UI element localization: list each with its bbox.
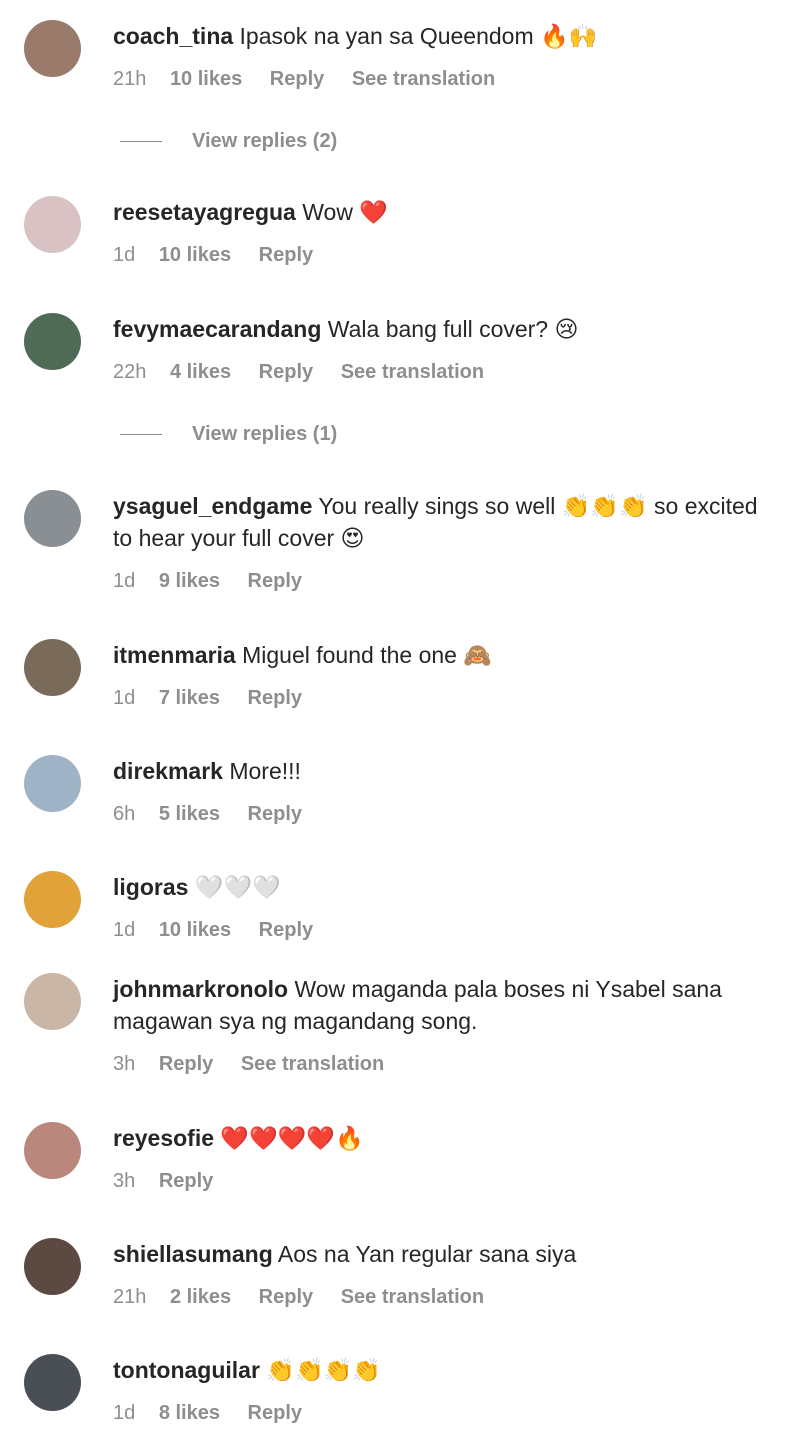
comment-text: Miguel found the one 🙈 [242, 642, 492, 668]
comment-time: 1d [113, 1402, 136, 1424]
username-link[interactable]: reesetayagregua [113, 199, 296, 225]
username-link[interactable]: itmenmaria [113, 642, 236, 668]
reply-button[interactable]: Reply [259, 361, 313, 383]
comment-time: 1d [113, 570, 136, 592]
comment-text: Aos na Yan regular sana siya [277, 1241, 577, 1267]
comment-meta: 21h 10 likes Reply See translation [113, 68, 517, 91]
username-link[interactable]: direkmark [113, 758, 223, 784]
divider-line [120, 141, 162, 143]
likes-count[interactable]: 9 likes [159, 570, 220, 592]
comment-text: Ipasok na yan sa Queendom 🔥🙌 [239, 23, 598, 49]
comment-time: 1d [113, 919, 136, 941]
comment-meta: 1d 8 likes Reply [113, 1402, 324, 1425]
comment-text-block: reesetayagregua Wow ❤️ [113, 196, 783, 228]
username-link[interactable]: coach_tina [113, 23, 233, 49]
reply-button[interactable]: Reply [159, 1053, 213, 1075]
likes-count[interactable]: 7 likes [159, 687, 220, 709]
comment-meta: 3h Reply See translation [113, 1053, 406, 1076]
comment-text-block: fevymaecarandang Wala bang full cover? 😢 [113, 313, 783, 345]
comment-time: 1d [113, 244, 136, 266]
comment-meta: 6h 5 likes Reply [113, 803, 324, 826]
comment-time: 1d [113, 687, 136, 709]
avatar[interactable] [24, 973, 81, 1030]
divider-line [120, 434, 162, 436]
see-translation-button[interactable]: See translation [341, 361, 484, 383]
likes-count[interactable]: 10 likes [159, 244, 231, 266]
avatar[interactable] [24, 639, 81, 696]
avatar[interactable] [24, 1238, 81, 1295]
comment-time: 3h [113, 1170, 136, 1192]
username-link[interactable]: fevymaecarandang [113, 316, 321, 342]
comment-text-block: coach_tina Ipasok na yan sa Queendom 🔥🙌 [113, 20, 783, 52]
comment-text-block: itmenmaria Miguel found the one 🙈 [113, 639, 783, 671]
comment-text-block: ysaguel_endgame You really sings so well… [113, 490, 783, 554]
reply-button[interactable]: Reply [270, 68, 324, 90]
reply-button[interactable]: Reply [159, 1170, 213, 1192]
avatar[interactable] [24, 20, 81, 77]
username-link[interactable]: tontonaguilar [113, 1357, 260, 1383]
avatar[interactable] [24, 755, 81, 812]
view-replies-button[interactable]: View replies (2) [120, 130, 337, 153]
comment-time: 21h [113, 68, 147, 90]
avatar[interactable] [24, 1354, 81, 1411]
likes-count[interactable]: 10 likes [159, 919, 231, 941]
comment-text: Wala bang full cover? 😢 [327, 316, 579, 342]
comment-text-block: tontonaguilar 👏👏👏👏 [113, 1354, 783, 1386]
comment-meta: 1d 7 likes Reply [113, 687, 324, 710]
see-translation-button[interactable]: See translation [241, 1053, 384, 1075]
reply-button[interactable]: Reply [248, 1402, 302, 1424]
likes-count[interactable]: 2 likes [170, 1286, 231, 1308]
likes-count[interactable]: 10 likes [170, 68, 242, 90]
reply-button[interactable]: Reply [259, 919, 313, 941]
likes-count[interactable]: 5 likes [159, 803, 220, 825]
view-replies-button[interactable]: View replies (1) [120, 423, 337, 446]
reply-button[interactable]: Reply [248, 570, 302, 592]
avatar[interactable] [24, 1122, 81, 1179]
comment-text-block: johnmarkronolo Wow maganda pala boses ni… [113, 973, 783, 1037]
comment-text: 👏👏👏👏 [266, 1357, 381, 1383]
comment-text: 🤍🤍🤍 [194, 874, 281, 900]
likes-count[interactable]: 4 likes [170, 361, 231, 383]
view-replies-label: View replies (1) [192, 423, 338, 445]
comment-meta: 3h Reply [113, 1170, 235, 1193]
comment-meta: 1d 10 likes Reply [113, 244, 335, 267]
comment-time: 6h [113, 803, 136, 825]
username-link[interactable]: johnmarkronolo [113, 976, 288, 1002]
comment-text-block: shiellasumang Aos na Yan regular sana si… [113, 1238, 783, 1270]
see-translation-button[interactable]: See translation [352, 68, 495, 90]
username-link[interactable]: shiellasumang [113, 1241, 273, 1267]
avatar[interactable] [24, 196, 81, 253]
comment-meta: 1d 9 likes Reply [113, 570, 324, 593]
likes-count[interactable]: 8 likes [159, 1402, 220, 1424]
comment-meta: 22h 4 likes Reply See translation [113, 361, 506, 384]
reply-button[interactable]: Reply [259, 1286, 313, 1308]
username-link[interactable]: reyesofie [113, 1125, 214, 1151]
username-link[interactable]: ligoras [113, 874, 188, 900]
reply-button[interactable]: Reply [248, 803, 302, 825]
reply-button[interactable]: Reply [259, 244, 313, 266]
comment-time: 21h [113, 1286, 147, 1308]
avatar[interactable] [24, 490, 81, 547]
comment-text-block: ligoras 🤍🤍🤍 [113, 871, 783, 903]
comment-text-block: direkmark More!!! [113, 755, 783, 787]
comment-text: ❤️❤️❤️❤️🔥 [220, 1125, 364, 1151]
see-translation-button[interactable]: See translation [341, 1286, 484, 1308]
username-link[interactable]: ysaguel_endgame [113, 493, 312, 519]
reply-button[interactable]: Reply [248, 687, 302, 709]
comment-time: 3h [113, 1053, 136, 1075]
comment-text: Wow ❤️ [302, 199, 388, 225]
view-replies-label: View replies (2) [192, 130, 338, 152]
avatar[interactable] [24, 871, 81, 928]
comment-meta: 21h 2 likes Reply See translation [113, 1286, 506, 1309]
comment-meta: 1d 10 likes Reply [113, 919, 335, 942]
comment-text-block: reyesofie ❤️❤️❤️❤️🔥 [113, 1122, 783, 1154]
avatar[interactable] [24, 313, 81, 370]
comment-text: More!!! [229, 758, 301, 784]
comment-time: 22h [113, 361, 147, 383]
